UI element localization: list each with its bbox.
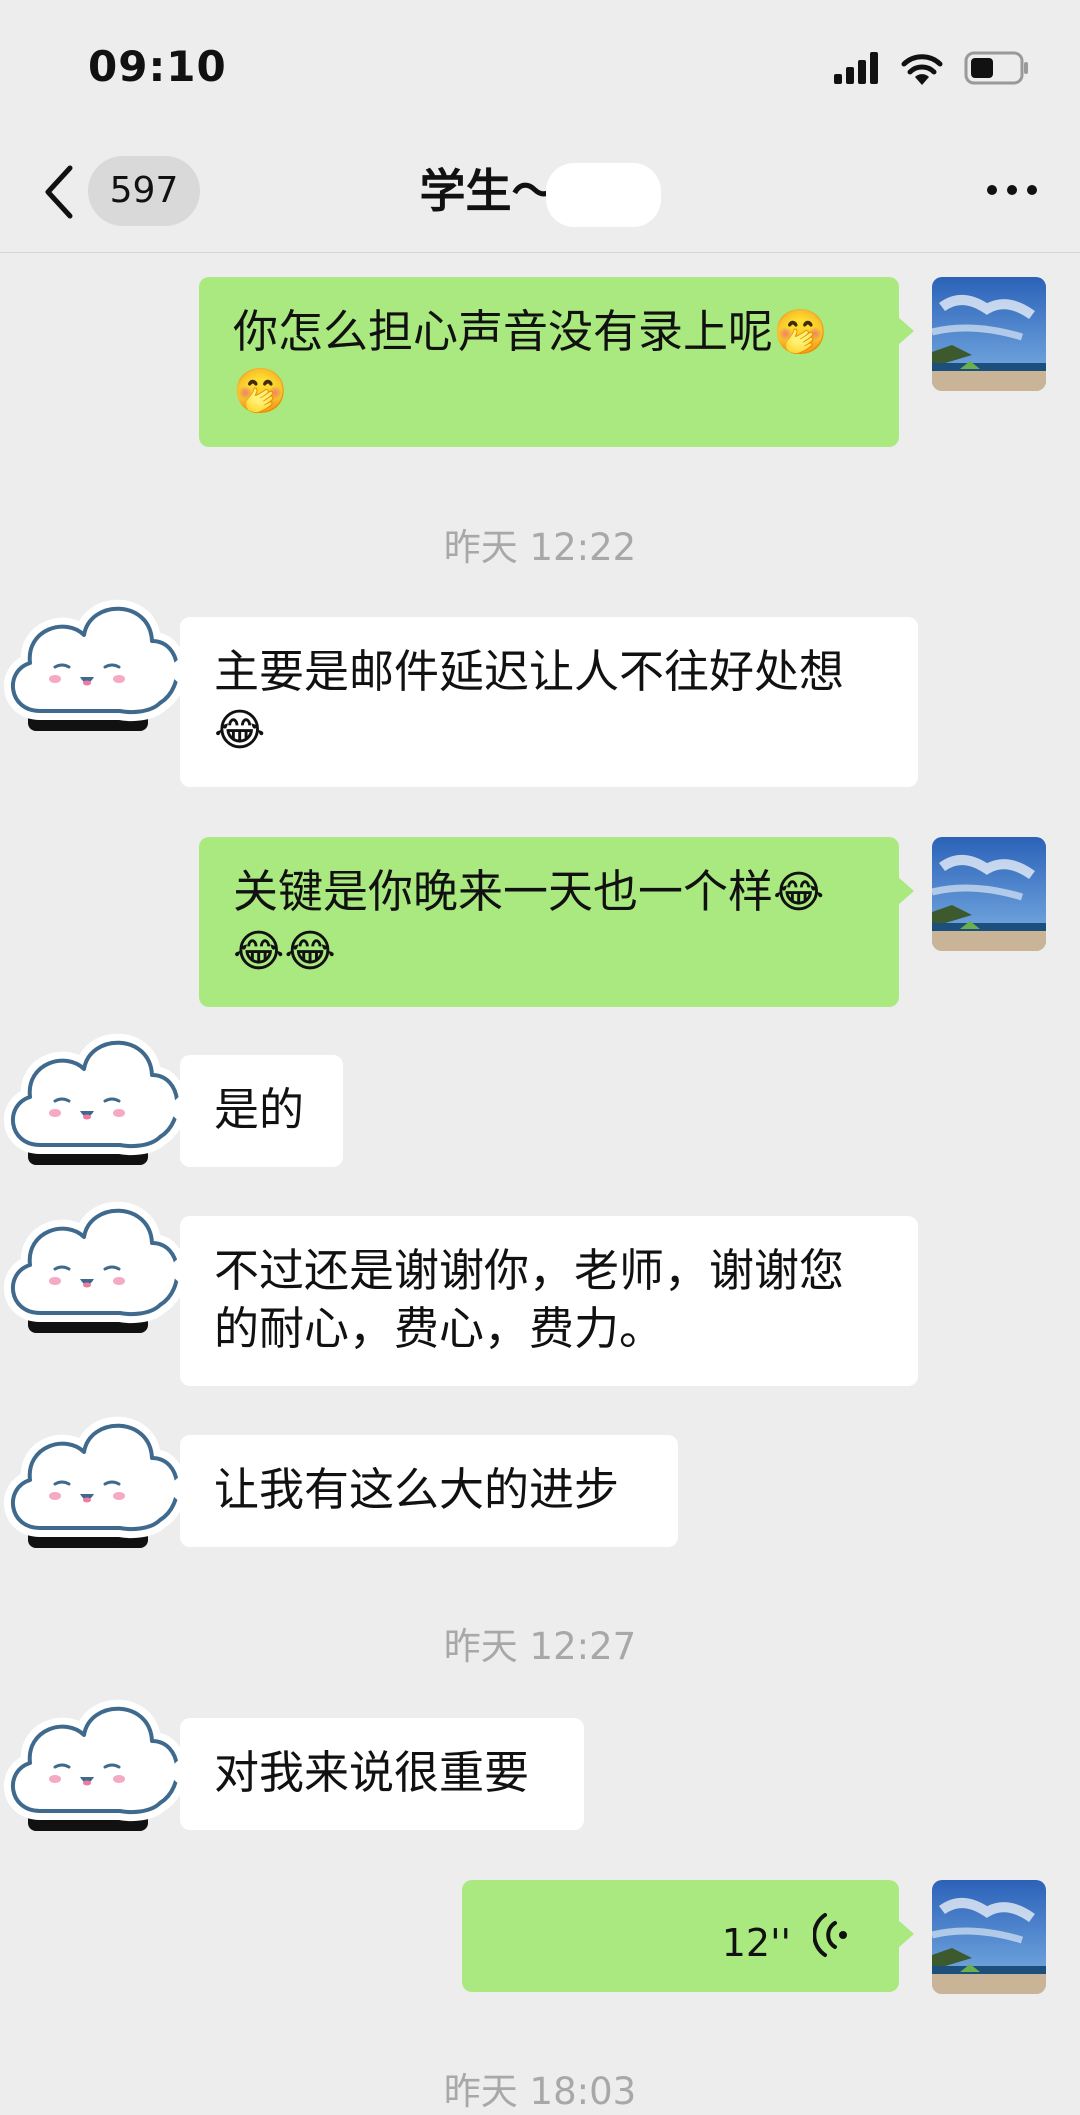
contact-avatar[interactable] [0, 1691, 185, 1831]
message-timestamp: 昨天 12:22 [443, 526, 637, 569]
message-text: 关键是你晚来一天也一个样 [233, 865, 774, 918]
message-text: 不过还是谢谢你，老师，谢谢您的耐心，费心，费力。 [214, 1244, 845, 1355]
emoji: 😂 [214, 705, 266, 756]
message-bubble[interactable]: 你怎么担心声音没有录上呢🤭🤭 [199, 277, 914, 447]
status-bar: 09:10 [0, 0, 1080, 130]
message-text: 主要是邮件延迟让人不往好处想 [214, 645, 845, 698]
cellular-signal-icon [834, 52, 878, 84]
message-list[interactable]: 你怎么担心声音没有录上呢🤭🤭 昨天 12:22 主要是邮件延迟让人不往好处想😂 … [0, 253, 1080, 2113]
wifi-icon [901, 54, 943, 85]
my-avatar[interactable] [932, 1880, 1046, 1994]
my-avatar[interactable] [932, 277, 1046, 391]
contact-name: 学生～ [419, 164, 558, 218]
message-timestamp: 昨天 18:03 [443, 2070, 637, 2113]
message-text: 让我有这么大的进步 [214, 1463, 620, 1516]
contact-avatar[interactable] [0, 591, 185, 731]
message-bubble[interactable]: 关键是你晚来一天也一个样😂😂😂 [199, 837, 914, 1007]
message-bubble[interactable]: 主要是邮件延迟让人不往好处想 😂 [165, 617, 918, 787]
message-text: 对我来说很重要 [214, 1746, 530, 1799]
status-icons [834, 48, 1030, 88]
clock: 09:10 [88, 42, 227, 91]
message-text: 是的 [214, 1083, 305, 1136]
message-text: 你怎么担心声音没有录上呢 [233, 305, 774, 358]
message-timestamp: 昨天 12:27 [443, 1625, 637, 1668]
redaction-mask [545, 162, 661, 227]
message-bubble[interactable]: 不过还是谢谢你，老师，谢谢您的耐心，费心，费力。 [165, 1216, 918, 1386]
contact-avatar[interactable] [0, 1025, 185, 1165]
voice-message-bubble[interactable]: 12'' [462, 1880, 914, 1992]
contact-avatar[interactable] [0, 1408, 185, 1548]
message-bubble[interactable]: 是的 [165, 1055, 343, 1167]
voice-duration: 12'' [721, 1921, 791, 1965]
chat-header: 597 学生～ [0, 130, 1080, 253]
voice-wave-icon [813, 1913, 847, 1957]
contact-avatar[interactable] [0, 1193, 185, 1333]
message-bubble[interactable]: 让我有这么大的进步 [165, 1435, 678, 1547]
more-options-icon[interactable] [984, 180, 1040, 200]
my-avatar[interactable] [932, 837, 1046, 951]
contact-name-title: 学生～ [0, 160, 1080, 227]
message-bubble[interactable]: 对我来说很重要 [165, 1718, 584, 1830]
battery-icon [964, 51, 1028, 85]
